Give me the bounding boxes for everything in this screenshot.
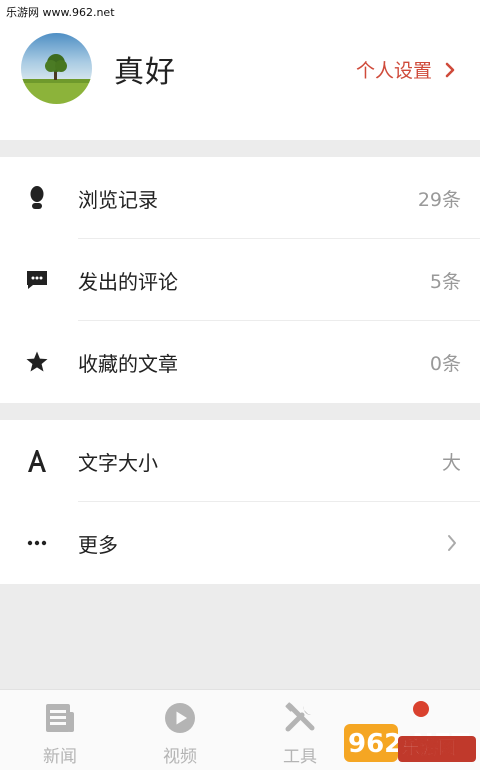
list-item-more[interactable]: 更多 bbox=[0, 502, 480, 584]
list-item-label: 文字大小 bbox=[78, 450, 158, 475]
username: 真好 bbox=[114, 55, 176, 90]
list-item-count: 29条 bbox=[417, 188, 461, 211]
list-item-label: 更多 bbox=[78, 532, 118, 557]
tab-label: 视频 bbox=[163, 747, 197, 767]
comment-icon bbox=[24, 267, 50, 293]
settings-label: 个人设置 bbox=[355, 60, 432, 82]
watermark-logo: 962.NET 乐游网 bbox=[342, 718, 478, 766]
tools-icon bbox=[285, 702, 315, 732]
list-item-label: 浏览记录 bbox=[78, 187, 158, 212]
logo-subtext: 乐游网 bbox=[402, 737, 456, 759]
footprint-icon bbox=[24, 185, 50, 211]
font-size-icon bbox=[24, 448, 50, 474]
activity-list: 浏览记录 29条 发出的评论 5条 收藏的文章 0条 bbox=[0, 157, 480, 403]
settings-list: 文字大小 大 更多 bbox=[0, 420, 480, 584]
more-dots-icon bbox=[24, 530, 50, 556]
chevron-right-icon bbox=[448, 535, 456, 551]
star-icon bbox=[24, 349, 50, 375]
tab-video[interactable]: 视频 bbox=[120, 690, 240, 770]
list-item-count: 5条 bbox=[429, 270, 461, 293]
avatar[interactable] bbox=[21, 33, 92, 104]
notification-dot-icon bbox=[413, 701, 429, 717]
tab-news[interactable]: 新闻 bbox=[0, 690, 120, 770]
news-icon bbox=[46, 704, 74, 732]
list-item-comments[interactable]: 发出的评论 5条 bbox=[0, 239, 480, 321]
list-item-favorites[interactable]: 收藏的文章 0条 bbox=[0, 321, 480, 403]
tab-label: 新闻 bbox=[43, 747, 77, 767]
personal-settings-link[interactable]: 个人设置 bbox=[356, 56, 458, 83]
watermark-text: 乐游网 www.962.net bbox=[6, 6, 115, 19]
chevron-right-icon bbox=[445, 62, 455, 77]
list-item-value: 大 bbox=[441, 451, 461, 474]
list-item-label: 发出的评论 bbox=[78, 269, 178, 294]
list-item-history[interactable]: 浏览记录 29条 bbox=[0, 157, 480, 239]
video-play-icon bbox=[165, 703, 195, 733]
list-item-count: 0条 bbox=[429, 352, 461, 375]
list-item-label: 收藏的文章 bbox=[78, 351, 178, 376]
list-item-font-size[interactable]: 文字大小 大 bbox=[0, 420, 480, 502]
